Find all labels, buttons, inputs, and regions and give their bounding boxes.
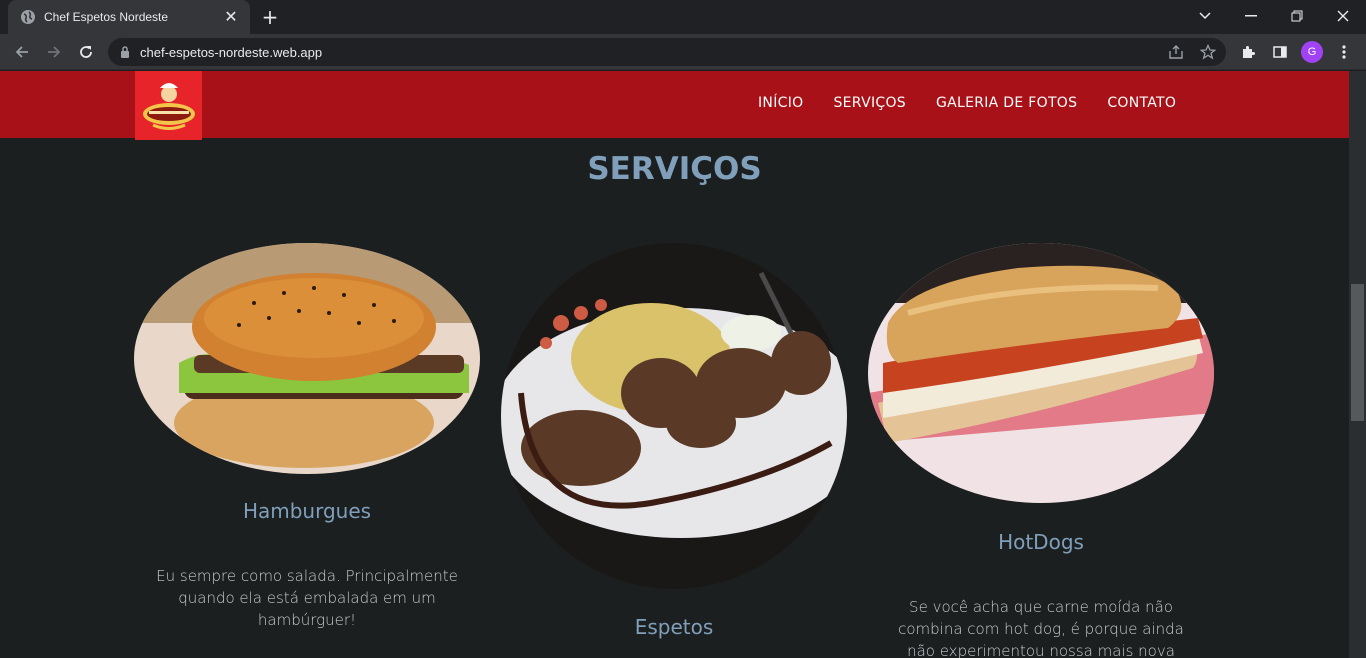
reload-icon[interactable] [74,40,98,64]
restore-button[interactable] [1274,0,1320,32]
bookmark-star-icon[interactable] [1196,40,1220,64]
menu-kebab-icon[interactable] [1332,40,1356,64]
nav-contato[interactable]: CONTATO [1107,95,1176,111]
tab-title: Chef Espetos Nordeste [44,10,169,24]
card-title: HotDogs [998,530,1084,554]
new-tab-button[interactable]: + [259,6,281,28]
card-description: Eu sempre como salada. Principalmente qu… [156,567,458,629]
site-logo[interactable] [135,71,202,140]
web-page: INÍCIO SERVIÇOS GALERIA DE FOTOS CONTATO… [0,71,1349,658]
page-scrollbar[interactable] [1349,71,1366,658]
service-card-hamburgues: Hamburgues Eu sempre como salada. Princi… [134,243,480,631]
close-tab-icon[interactable]: ✕ [222,8,240,26]
forward-arrow-icon[interactable] [42,40,66,64]
back-arrow-icon[interactable] [10,40,34,64]
service-card-espetos: Espetos [501,243,847,639]
browser-toolbar: chef-espetos-nordeste.web.app G [0,34,1366,70]
chef-logo-icon [142,82,195,130]
tab-strip: Chef Espetos Nordeste ✕ + [0,0,1366,34]
section-title: SERVIÇOS [587,151,762,187]
address-bar[interactable]: chef-espetos-nordeste.web.app [108,38,1226,66]
burger-image [134,243,480,474]
tab-search-icon[interactable] [1182,0,1228,32]
profile-avatar[interactable]: G [1301,41,1323,63]
browser-tab[interactable]: Chef Espetos Nordeste ✕ [8,0,250,34]
nav-galeria[interactable]: GALERIA DE FOTOS [936,95,1077,111]
scrollbar-thumb[interactable] [1351,284,1364,421]
share-icon[interactable] [1164,40,1188,64]
card-description: Se você acha que carne moída não combina… [898,598,1184,658]
card-title: Espetos [634,615,714,639]
service-card-hotdogs: HotDogs Se você acha que carne moída não… [868,243,1214,658]
side-panel-icon[interactable] [1268,40,1292,64]
hotdog-image [868,243,1214,503]
card-title: Hamburgues [242,499,372,523]
lock-icon [120,43,130,62]
espetos-image [501,243,847,589]
nav-inicio[interactable]: INÍCIO [758,95,803,111]
main-nav: INÍCIO SERVIÇOS GALERIA DE FOTOS CONTATO [758,95,1176,111]
minimize-button[interactable] [1228,0,1274,32]
nav-servicos[interactable]: SERVIÇOS [833,95,905,111]
close-window-button[interactable] [1320,0,1366,32]
globe-icon [20,9,36,25]
extensions-puzzle-icon[interactable] [1236,40,1260,64]
url-text: chef-espetos-nordeste.web.app [140,44,323,60]
site-header: INÍCIO SERVIÇOS GALERIA DE FOTOS CONTATO [0,71,1349,140]
